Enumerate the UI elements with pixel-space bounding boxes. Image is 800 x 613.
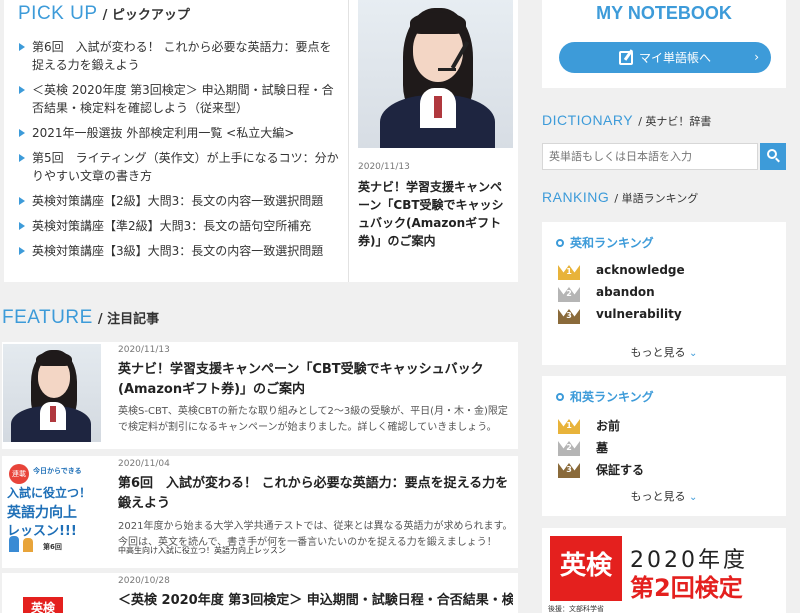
- pickup-link[interactable]: 英検対策講座【3級】大問3：長文の内容一致選択問題: [18, 242, 343, 260]
- series-badge: 連載: [9, 464, 29, 484]
- ranking-title-en: RANKING: [542, 189, 610, 205]
- eiken-thumb-logo: 英検: [23, 597, 63, 613]
- chevron-down-icon: ⌄: [689, 348, 698, 359]
- pickup-link[interactable]: 第5回 ライティング（英作文）が上手になるコツ：分かりやすい文章の書き方: [18, 149, 343, 185]
- ranking-word[interactable]: abandon: [596, 285, 655, 299]
- ranking-row[interactable]: 1 acknowledge: [558, 262, 778, 282]
- feature-date: 2020/11/04: [118, 459, 170, 469]
- pickup-feature-card[interactable]: 2020/11/13 英ナビ！学習支援キャンペーン「CBT受験でキャッシュバック…: [358, 0, 513, 250]
- feature-series: 中高生向け入試に役立つ！英語力向上レッスン: [118, 546, 286, 555]
- feature-title-en: FEATURE: [2, 307, 93, 328]
- search-button[interactable]: [760, 143, 786, 170]
- feature-thumbnail[interactable]: 連載 今日からできる 入試に役立つ！ 英語力向上 レッスン!!! 第6回: [3, 458, 101, 556]
- ranking-word[interactable]: 墓: [596, 439, 608, 456]
- ranking-word[interactable]: 保証する: [596, 461, 644, 478]
- more-link[interactable]: もっと見る ⌄: [542, 488, 786, 504]
- crown-gold-icon: 1: [558, 416, 580, 434]
- notebook-panel: MY NOTEBOOK マイ単語帳へ ›: [542, 0, 786, 88]
- dictionary-heading: DICTIONARY / 英ナビ！辞書: [542, 110, 711, 129]
- je-ranking-panel: 和英ランキング 1 お前 2 墓 3 保証する もっと見る ⌄: [542, 376, 786, 516]
- ej-ranking-title: 英和ランキング: [556, 234, 654, 251]
- feature-title[interactable]: ＜英検 2020年度 第3回検定＞ 申込期間・試験日程・合否結果・検: [118, 591, 513, 611]
- feature-title[interactable]: 第6回 入試が変わる！ これから必要な英語力：要点を捉える力を鍛えよう: [118, 474, 513, 514]
- pickup-section: PICK UP / ピックアップ 第6回 入試が変わる！ これから必要な英語力：…: [4, 0, 518, 282]
- bulb-icon: [556, 239, 564, 247]
- feature-title[interactable]: 英ナビ！学習支援キャンペーン「CBT受験でキャッシュバック(Amazonギフト券…: [118, 360, 513, 400]
- feature-thumbnail[interactable]: 英検: [3, 575, 101, 613]
- pickup-feature-title[interactable]: 英ナビ！学習支援キャンペーン「CBT受験でキャッシュバック(Amazonギフト券…: [358, 178, 513, 250]
- pickup-list: 第6回 入試が変わる！ これから必要な英語力：要点を捉える力を鍛えよう ＜英検 …: [18, 38, 343, 267]
- pickup-feature-image[interactable]: [358, 0, 513, 148]
- notebook-button[interactable]: マイ単語帳へ ›: [559, 42, 771, 73]
- dictionary-title-en: DICTIONARY: [542, 112, 634, 128]
- eiken-banner[interactable]: 英検 2020年度 第2回検定 後援：文部科学省: [542, 528, 786, 613]
- ranking-heading: RANKING / 単語ランキング: [542, 187, 698, 206]
- chevron-right-icon: ›: [754, 50, 759, 64]
- crown-bronze-icon: 3: [558, 460, 580, 478]
- person-illustration: [23, 538, 33, 552]
- promo-line: 入試に役立つ！: [7, 486, 92, 500]
- feature-excerpt: 英検S-CBT、英検CBTの新たな取り組みとして2〜3級の受験が、平日(月・木・…: [118, 406, 508, 433]
- eiken-sponsor: 後援：文部科学省: [548, 605, 604, 613]
- dictionary-title-ja: / 英ナビ！辞書: [638, 115, 712, 128]
- chevron-down-icon: ⌄: [689, 492, 698, 503]
- ranking-word[interactable]: acknowledge: [596, 263, 685, 277]
- eiken-logo: 英検: [550, 536, 622, 601]
- notebook-button-label: マイ単語帳へ: [638, 51, 711, 65]
- feature-date: 2020/10/28: [118, 576, 170, 586]
- notebook-edit-icon: [618, 50, 633, 65]
- feature-article[interactable]: 2020/11/13 英ナビ！学習支援キャンペーン「CBT受験でキャッシュバック…: [2, 342, 518, 449]
- pickup-link[interactable]: ＜英検 2020年度 第3回検定＞ 申込期間・試験日程・合否結果・検定料を確認し…: [18, 81, 343, 117]
- ranking-word[interactable]: vulnerability: [596, 307, 682, 321]
- pickup-link[interactable]: 2021年一般選抜 外部検定利用一覧 <私立大編>: [18, 124, 343, 142]
- notebook-title: MY NOTEBOOK: [596, 3, 732, 23]
- feature-heading: FEATURE / 注目記事: [2, 307, 159, 329]
- dictionary-search-input[interactable]: [542, 143, 758, 170]
- ranking-word[interactable]: お前: [596, 417, 620, 434]
- crown-silver-icon: 2: [558, 438, 580, 456]
- pickup-title-en: PICK UP: [18, 3, 98, 24]
- ranking-row[interactable]: 2 墓: [558, 438, 778, 458]
- promo-line: 英語力向上: [7, 505, 77, 521]
- pickup-heading: PICK UP / ピックアップ: [18, 3, 190, 25]
- ranking-row[interactable]: 2 abandon: [558, 284, 778, 304]
- ranking-row[interactable]: 3 保証する: [558, 460, 778, 480]
- ej-ranking-panel: 英和ランキング 1 acknowledge 2 abandon 3 vulner…: [542, 222, 786, 365]
- promo-line: 第6回: [43, 543, 62, 551]
- pickup-divider: [348, 0, 349, 282]
- feature-article[interactable]: 連載 今日からできる 入試に役立つ！ 英語力向上 レッスン!!! 第6回 202…: [2, 456, 518, 568]
- eiken-session: 第2回検定: [630, 574, 743, 602]
- pickup-link[interactable]: 第6回 入試が変わる！ これから必要な英語力：要点を捉える力を鍛えよう: [18, 38, 343, 74]
- promo-line: 今日からできる: [33, 467, 82, 475]
- promo-thumbnail: 連載 今日からできる 入試に役立つ！ 英語力向上 レッスン!!! 第6回: [3, 458, 101, 556]
- feature-date: 2020/11/13: [118, 345, 170, 355]
- pickup-link[interactable]: 英検対策講座【2級】大問3：長文の内容一致選択問題: [18, 192, 343, 210]
- feature-title-ja: / 注目記事: [97, 312, 160, 327]
- feature-thumbnail[interactable]: [3, 344, 101, 442]
- pickup-link[interactable]: 英検対策講座【準2級】大問3：長文の語句空所補充: [18, 217, 343, 235]
- bulb-icon: [556, 393, 564, 401]
- ranking-title-ja: / 単語ランキング: [614, 192, 699, 205]
- more-link[interactable]: もっと見る ⌄: [542, 344, 786, 360]
- ranking-row[interactable]: 3 vulnerability: [558, 306, 778, 326]
- crown-gold-icon: 1: [558, 262, 580, 280]
- dictionary-search: [542, 143, 786, 170]
- crown-silver-icon: 2: [558, 284, 580, 302]
- je-ranking-title: 和英ランキング: [556, 388, 654, 405]
- ranking-row[interactable]: 1 お前: [558, 416, 778, 436]
- pickup-title-ja: / ピックアップ: [102, 8, 190, 23]
- person-illustration: [9, 536, 19, 552]
- crown-bronze-icon: 3: [558, 306, 580, 324]
- feature-article[interactable]: 英検 2020/10/28 ＜英検 2020年度 第3回検定＞ 申込期間・試験日…: [2, 573, 518, 613]
- pickup-feature-date: 2020/11/13: [358, 162, 410, 172]
